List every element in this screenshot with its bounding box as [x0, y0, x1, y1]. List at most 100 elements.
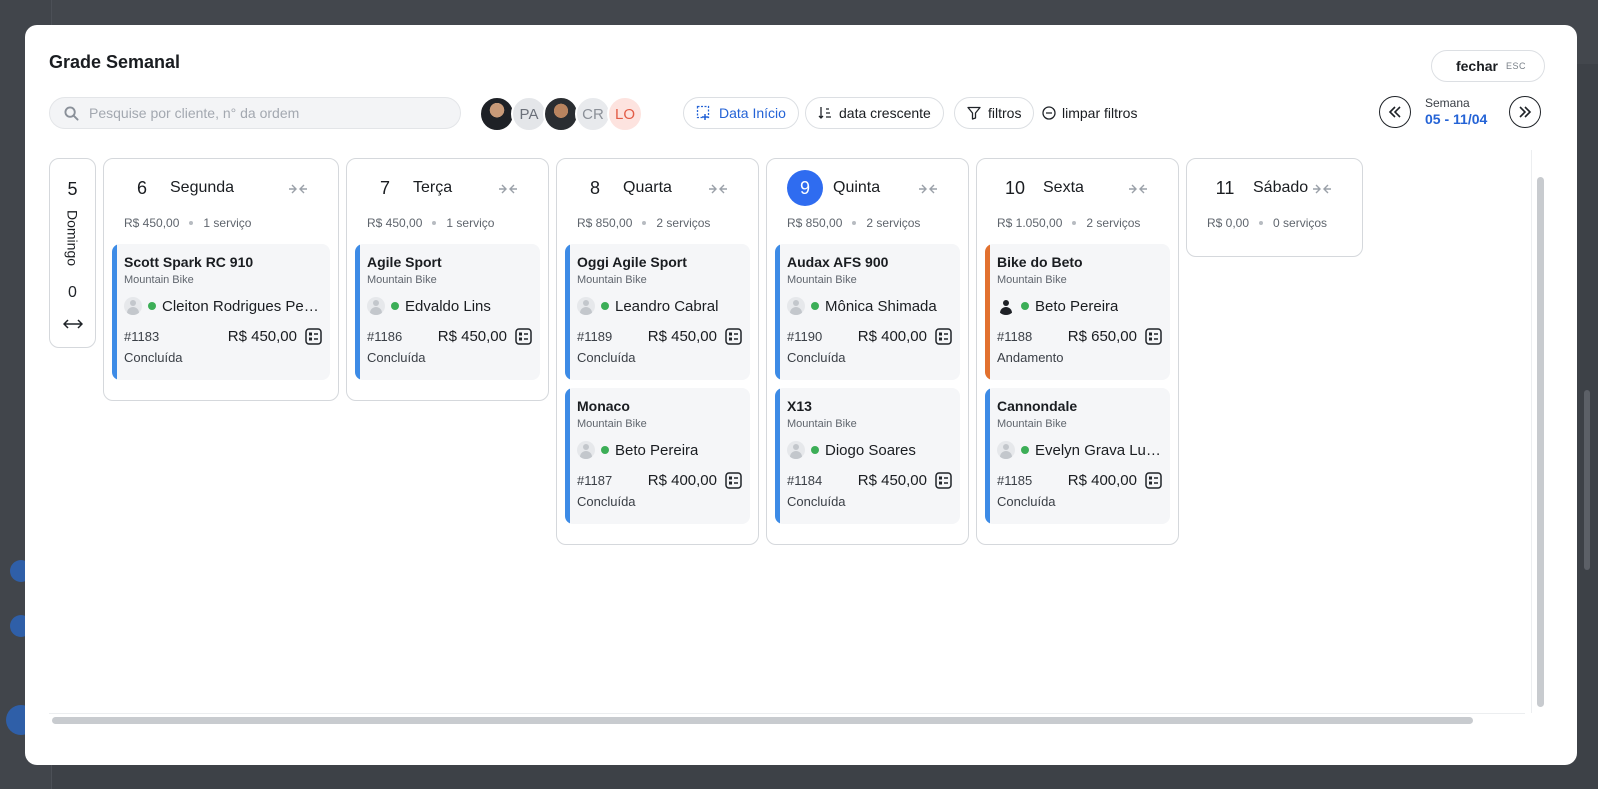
sort-button[interactable]: data crescente	[805, 97, 944, 129]
open-order-button[interactable]	[1145, 471, 1162, 489]
expand-column-button[interactable]	[62, 316, 83, 334]
technician-avatar[interactable]: CR	[575, 96, 611, 132]
day-column: 7 Terça R$ 450,00 1 serviço Agile Sport Mount…	[346, 158, 549, 401]
order-price: R$ 400,00	[857, 327, 927, 345]
day-number: 10	[1004, 177, 1026, 198]
day-total: R$ 1.050,00	[997, 216, 1063, 230]
collapse-column-button[interactable]	[918, 181, 938, 199]
collapse-column-button[interactable]	[288, 181, 308, 199]
day-number: 11	[1215, 177, 1235, 198]
week-board: 5 Domingo 0 6 Segunda R$ 450,00 1 serviço Sc…	[49, 150, 1524, 710]
order-status: Concluída	[997, 494, 1056, 509]
day-name: Domingo	[64, 210, 81, 267]
collapse-column-button[interactable]	[498, 181, 518, 199]
order-status: Concluída	[577, 350, 636, 365]
clear-filters-button[interactable]: limpar filtros	[1042, 97, 1137, 129]
bike-model: Bike do Beto	[997, 254, 1083, 270]
order-number: #1184	[787, 472, 823, 488]
service-card[interactable]: Bike do Beto Mountain Bike Beto Pereira #11…	[985, 244, 1170, 380]
double-chevron-left-icon	[1388, 106, 1401, 118]
online-status-dot	[601, 302, 609, 310]
next-week-button[interactable]	[1509, 96, 1541, 128]
online-status-dot	[391, 302, 399, 310]
filters-button[interactable]: filtros	[954, 97, 1035, 129]
open-order-button[interactable]	[725, 327, 742, 345]
order-number: #1188	[997, 328, 1033, 344]
person-avatar-icon	[787, 441, 805, 459]
separator-dot	[432, 221, 437, 225]
bike-category: Mountain Bike	[997, 274, 1067, 286]
open-order-button[interactable]	[515, 327, 532, 345]
service-card[interactable]: X13 Mountain Bike Diogo Soares #1184 R$ 450,…	[775, 388, 960, 524]
service-card[interactable]: Agile Sport Mountain Bike Edvaldo Lins #118…	[355, 244, 540, 380]
order-price: R$ 650,00	[1067, 327, 1137, 345]
order-row: #1186 R$ 450,00	[367, 326, 532, 346]
bike-category: Mountain Bike	[787, 418, 857, 430]
toolbar: PA CR LO Data Início data crescente filtro…	[49, 96, 1545, 132]
order-status: Concluída	[367, 350, 426, 365]
order-row: #1183 R$ 450,00	[124, 326, 322, 346]
order-number: #1185	[997, 472, 1033, 488]
day-header: 6 Segunda	[112, 159, 330, 217]
service-card[interactable]: Scott Spark RC 910 Mountain Bike Cleiton R…	[112, 244, 330, 380]
assigned-person: Leandro Cabral	[577, 296, 742, 316]
previous-week-button[interactable]	[1379, 96, 1411, 128]
order-row: #1190 R$ 400,00	[787, 326, 952, 346]
order-status: Concluída	[577, 494, 636, 509]
technician-avatar[interactable]: LO	[607, 96, 643, 132]
person-name: Edvaldo Lins	[405, 297, 491, 315]
collapse-column-button[interactable]	[1312, 181, 1332, 199]
filters-label: filtros	[988, 105, 1022, 121]
separator-dot	[852, 221, 857, 225]
close-button[interactable]: fechar ESC	[1430, 50, 1545, 82]
day-header: 10 Sexta	[985, 159, 1170, 217]
search-input[interactable]	[89, 105, 449, 121]
open-order-button[interactable]	[935, 471, 952, 489]
bike-category: Mountain Bike	[997, 418, 1067, 430]
order-row: #1188 R$ 650,00	[997, 326, 1162, 346]
open-order-button[interactable]	[1145, 327, 1162, 345]
service-card[interactable]: Audax AFS 900 Mountain Bike Mônica Shimada…	[775, 244, 960, 380]
day-number: 7	[379, 177, 390, 198]
avatar-initials: CR	[582, 105, 604, 123]
horizontal-scrollbar[interactable]	[49, 713, 1525, 725]
technician-avatar[interactable]	[543, 96, 579, 132]
search-box[interactable]	[49, 97, 461, 129]
separator-dot	[1072, 221, 1077, 225]
vertical-scrollbar-thumb[interactable]	[1537, 177, 1544, 707]
avatar-initials: LO	[614, 105, 635, 123]
date-select-icon	[696, 105, 710, 120]
collapse-arrows-icon	[499, 184, 517, 194]
service-card[interactable]: Monaco Mountain Bike Beto Pereira #1187 R$ 4…	[565, 388, 750, 524]
order-price: R$ 450,00	[647, 327, 717, 345]
week-label: Semana	[1425, 96, 1470, 111]
service-card[interactable]: Cannondale Mountain Bike Evelyn Grava Lupp…	[985, 388, 1170, 524]
day-service-count: 1 serviço	[446, 216, 495, 230]
bike-category: Mountain Bike	[787, 274, 857, 286]
open-order-button[interactable]	[725, 471, 742, 489]
technician-avatar[interactable]: PA	[511, 96, 547, 132]
vertical-scrollbar[interactable]	[1534, 175, 1546, 735]
assigned-person: Diogo Soares	[787, 440, 952, 460]
order-status: Concluída	[124, 350, 183, 365]
open-order-button[interactable]	[305, 327, 322, 345]
day-total: R$ 450,00	[124, 216, 180, 230]
assigned-person: Beto Pereira	[577, 440, 742, 460]
day-number: 8	[589, 177, 600, 198]
day-column-collapsed[interactable]: 5 Domingo 0	[49, 158, 96, 348]
board-divider	[1531, 150, 1532, 713]
person-name: Evelyn Grava Luppi	[1035, 441, 1162, 459]
horizontal-scrollbar-thumb[interactable]	[52, 717, 1473, 724]
date-filter-button[interactable]: Data Início	[683, 97, 799, 129]
day-service-count: 2 serviços	[866, 216, 921, 230]
collapse-column-button[interactable]	[708, 181, 728, 199]
service-card[interactable]: Oggi Agile Sport Mountain Bike Leandro Cab…	[565, 244, 750, 380]
collapse-column-button[interactable]	[1128, 181, 1148, 199]
date-filter-label: Data Início	[719, 105, 786, 121]
day-column: 6 Segunda R$ 450,00 1 serviço Scott Spark RC…	[103, 158, 339, 401]
weekly-grid-modal: Grade Semanal fechar ESC PA CR LO Data Iní…	[25, 25, 1577, 765]
technician-avatar[interactable]	[479, 96, 515, 132]
order-number: #1187	[577, 472, 613, 488]
order-price: R$ 450,00	[437, 327, 507, 345]
open-order-button[interactable]	[935, 327, 952, 345]
